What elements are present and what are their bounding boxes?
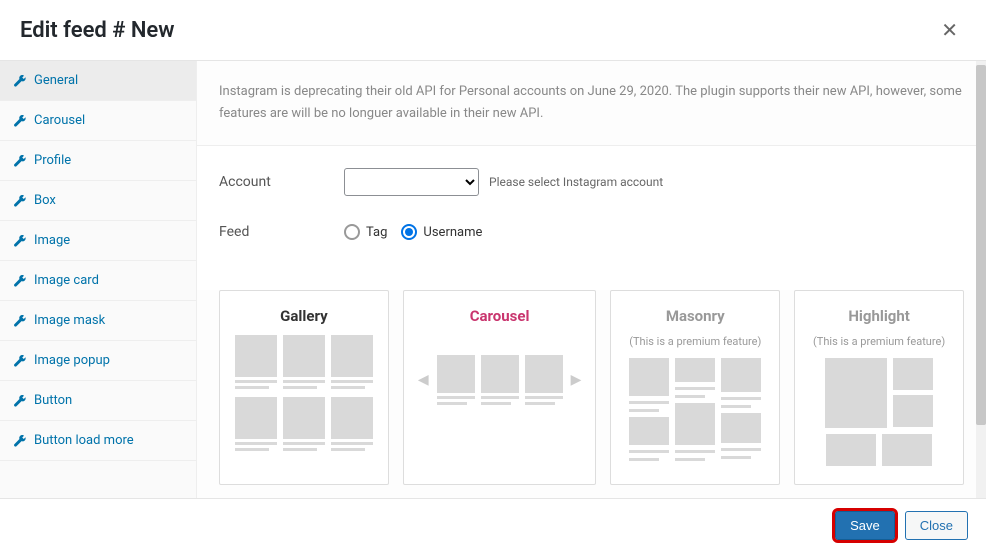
wrench-icon	[14, 435, 26, 447]
radio-icon	[344, 224, 360, 240]
sidebar-item-image-card[interactable]: Image card	[0, 261, 196, 301]
highlight-preview-row2	[807, 434, 951, 466]
feed-label: Feed	[219, 224, 344, 240]
sidebar-item-label: Profile	[34, 153, 71, 168]
sidebar-item-carousel[interactable]: Carousel	[0, 101, 196, 141]
wrench-icon	[14, 275, 26, 287]
sidebar-item-label: Carousel	[34, 113, 85, 128]
wrench-icon	[14, 195, 26, 207]
chevron-right-icon: ▶	[569, 372, 584, 388]
card-title: Masonry	[623, 307, 767, 325]
card-title: Carousel	[416, 307, 584, 325]
close-button[interactable]: Close	[905, 511, 968, 540]
radio-label: Tag	[366, 225, 387, 240]
feed-radio-username[interactable]: Username	[401, 224, 482, 240]
api-notice: Instagram is deprecating their old API f…	[197, 61, 986, 146]
layout-card-highlight[interactable]: Highlight (This is a premium feature)	[794, 290, 964, 485]
card-subtitle: (This is a premium feature)	[623, 335, 767, 348]
modal-body: General Carousel Profile Box Image Image…	[0, 61, 986, 509]
scrollbar[interactable]	[976, 61, 986, 509]
layout-card-gallery[interactable]: Gallery	[219, 290, 389, 485]
page-title: Edit feed # New	[20, 18, 175, 43]
sidebar-item-label: Box	[34, 193, 56, 208]
feed-row: Feed Tag Username	[219, 224, 964, 240]
modal-header: Edit feed # New ✕	[0, 0, 986, 61]
content-area: Instagram is deprecating their old API f…	[197, 61, 986, 509]
sidebar-item-label: Image	[34, 233, 70, 248]
sidebar-item-general[interactable]: General	[0, 61, 196, 101]
sidebar-item-button-load-more[interactable]: Button load more	[0, 421, 196, 461]
sidebar-item-button[interactable]: Button	[0, 381, 196, 421]
feed-radio-tag[interactable]: Tag	[344, 224, 387, 240]
masonry-preview	[623, 358, 767, 461]
layout-cards: Gallery Carousel	[197, 290, 986, 509]
chevron-left-icon: ◀	[416, 372, 431, 388]
wrench-icon	[14, 75, 26, 87]
sidebar-item-label: General	[34, 73, 78, 88]
wrench-icon	[14, 315, 26, 327]
account-label: Account	[219, 174, 344, 190]
sidebar-item-image-mask[interactable]: Image mask	[0, 301, 196, 341]
radio-label: Username	[423, 225, 482, 240]
gallery-preview	[232, 335, 376, 451]
sidebar-item-label: Button	[34, 393, 72, 408]
card-title: Highlight	[807, 307, 951, 325]
sidebar: General Carousel Profile Box Image Image…	[0, 61, 197, 509]
carousel-preview: ◀ ▶	[416, 355, 584, 405]
sidebar-item-label: Image popup	[34, 353, 110, 368]
sidebar-item-image-popup[interactable]: Image popup	[0, 341, 196, 381]
scrollbar-thumb[interactable]	[976, 65, 986, 425]
save-button[interactable]: Save	[835, 511, 895, 540]
form-area: Account Please select Instagram account …	[197, 146, 986, 290]
sidebar-item-label: Image card	[34, 273, 99, 288]
card-title: Gallery	[232, 307, 376, 325]
sidebar-item-label: Button load more	[34, 433, 134, 448]
sidebar-item-profile[interactable]: Profile	[0, 141, 196, 181]
radio-icon	[401, 224, 417, 240]
wrench-icon	[14, 155, 26, 167]
layout-card-masonry[interactable]: Masonry (This is a premium feature)	[610, 290, 780, 485]
highlight-preview	[807, 358, 951, 428]
account-select[interactable]	[344, 168, 479, 196]
account-row: Account Please select Instagram account	[219, 168, 964, 196]
close-icon[interactable]: ✕	[933, 14, 966, 46]
wrench-icon	[14, 235, 26, 247]
wrench-icon	[14, 355, 26, 367]
wrench-icon	[14, 395, 26, 407]
account-hint: Please select Instagram account	[489, 175, 663, 189]
card-subtitle: (This is a premium feature)	[807, 335, 951, 348]
sidebar-item-label: Image mask	[34, 313, 105, 328]
layout-card-carousel[interactable]: Carousel ◀ ▶	[403, 290, 597, 485]
modal-footer: Save Close	[0, 498, 986, 552]
sidebar-item-box[interactable]: Box	[0, 181, 196, 221]
sidebar-item-image[interactable]: Image	[0, 221, 196, 261]
wrench-icon	[14, 115, 26, 127]
